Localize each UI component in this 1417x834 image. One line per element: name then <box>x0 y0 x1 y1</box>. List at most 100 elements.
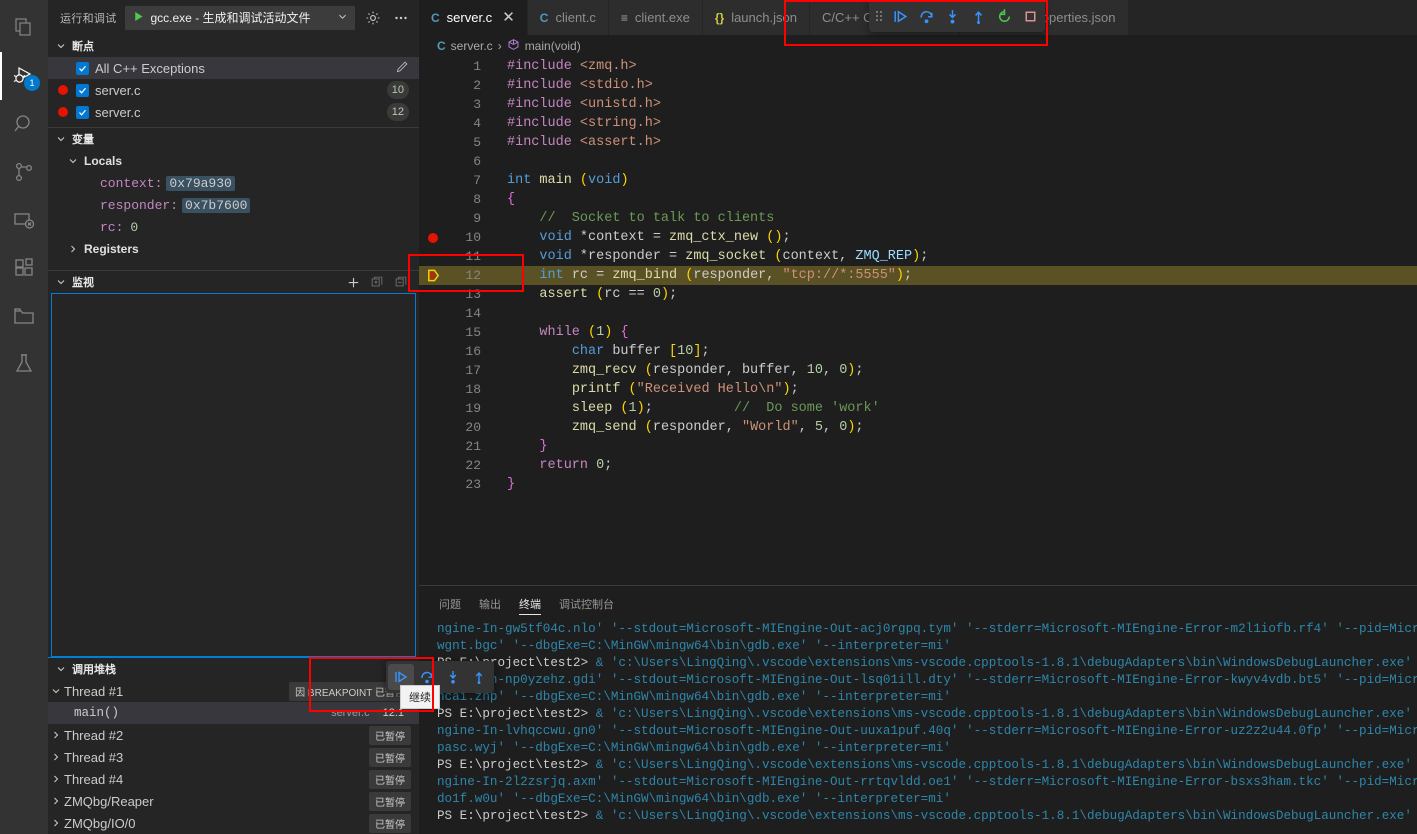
breakpoint-checkbox[interactable] <box>76 105 89 119</box>
callstack-thread-row[interactable]: Thread #1 因 BREAKPOINT 已暂停 <box>48 680 419 702</box>
editor-tab-client-c[interactable]: C client.c <box>527 0 609 35</box>
collapse-all-icon[interactable] <box>391 272 411 292</box>
variables-scope-registers[interactable]: Registers <box>48 238 419 260</box>
variable-row[interactable]: rc: 0 <box>48 216 419 238</box>
variable-row[interactable]: context: 0x79a930 <box>48 172 419 194</box>
section-header-callstack[interactable]: 调用堆栈 <box>48 658 419 680</box>
breakpoint-dot-icon <box>58 85 68 95</box>
activity-item-folder[interactable] <box>0 292 48 340</box>
callstack-thread-row[interactable]: Thread #3 已暂停 <box>48 746 419 768</box>
breakpoint-checkbox[interactable] <box>76 61 89 75</box>
code-line[interactable]: 3 #include <unistd.h> <box>419 95 1417 114</box>
close-icon[interactable]: ✕ <box>502 10 515 25</box>
code-line[interactable]: 9 // Socket to talk to clients <box>419 209 1417 228</box>
terminal-line: wgnt.bgc' '--dbgExe=C:\MinGW\mingw64\bin… <box>437 639 951 653</box>
variable-value[interactable]: 0 <box>127 220 141 235</box>
callstack-thread-row[interactable]: ZMQbg/IO/0 已暂停 <box>48 812 419 834</box>
terminal-command: & 'c:\Users\LingQing\.vscode\extensions\… <box>588 707 1417 721</box>
code-line[interactable]: 2 #include <stdio.h> <box>419 76 1417 95</box>
section-header-variables[interactable]: 变量 <box>48 128 419 150</box>
breakpoint-row[interactable]: server.c 10 <box>48 79 419 101</box>
code-line[interactable]: 12 int rc = zmq_bind (responder, "tcp://… <box>419 266 1417 285</box>
launch-configuration-dropdown[interactable]: gcc.exe - 生成和调试活动文件 <box>124 5 355 30</box>
code-line[interactable]: 15 while (1) { <box>419 323 1417 342</box>
code-line[interactable]: 18 printf ("Received Hello\n"); <box>419 380 1417 399</box>
watch-expressions-area[interactable] <box>51 293 416 657</box>
panel-tab-problems[interactable]: 问题 <box>439 586 461 621</box>
panel-tab-debug-console[interactable]: 调试控制台 <box>559 586 614 621</box>
breakpoint-row[interactable]: All C++ Exceptions <box>48 57 419 79</box>
callstack-frame-row[interactable]: main() server.c 12:1 <box>48 702 419 724</box>
step-out-button[interactable] <box>965 3 991 29</box>
code-line[interactable]: 21 } <box>419 437 1417 456</box>
variable-value[interactable]: 0x79a930 <box>166 175 235 191</box>
code-line[interactable]: 11 void *responder = zmq_socket (context… <box>419 247 1417 266</box>
breakpoints-label: 断点 <box>72 41 94 53</box>
activity-item-extensions[interactable] <box>0 244 48 292</box>
code-line[interactable]: 8{ <box>419 190 1417 209</box>
code-line[interactable]: 14 <box>419 304 1417 323</box>
variable-row[interactable]: responder: 0x7b7600 <box>48 194 419 216</box>
chevron-down-icon <box>54 662 68 676</box>
callstack-thread-row[interactable]: Thread #2 已暂停 <box>48 724 419 746</box>
code-text: int main (void) <box>507 173 629 188</box>
code-line[interactable]: 1 #include <zmq.h> <box>419 57 1417 76</box>
code-line[interactable]: 17 zmq_recv (responder, buffer, 10, 0); <box>419 361 1417 380</box>
editor-tab-client-exe[interactable]: ≡ client.exe <box>608 0 703 35</box>
restart-button[interactable] <box>991 3 1017 29</box>
more-icon[interactable] <box>391 8 411 28</box>
code-line[interactable]: 20 zmq_send (responder, "World", 5, 0); <box>419 418 1417 437</box>
line-number: 19 <box>465 401 481 416</box>
start-debugging-icon[interactable] <box>132 10 145 26</box>
code-line[interactable]: 5 #include <assert.h> <box>419 133 1417 152</box>
scope-label: Locals <box>84 154 123 168</box>
clear-all-icon[interactable] <box>367 272 387 292</box>
code-text: sleep (1); // Do some 'work' <box>571 401 880 416</box>
step-over-button[interactable] <box>913 3 939 29</box>
breakpoint-checkbox[interactable] <box>76 83 89 97</box>
code-line[interactable]: 4 #include <string.h> <box>419 114 1417 133</box>
stop-button[interactable] <box>1017 3 1043 29</box>
callstack-thread-row[interactable]: ZMQbg/Reaper 已暂停 <box>48 790 419 812</box>
section-header-breakpoints[interactable]: 断点 <box>48 35 419 57</box>
code-line[interactable]: 10 void *context = zmq_ctx_new (); <box>419 228 1417 247</box>
panel-tab-terminal[interactable]: 终端 <box>519 586 541 621</box>
callstack-thread-row[interactable]: Thread #4 已暂停 <box>48 768 419 790</box>
breadcrumb-file[interactable]: server.c <box>451 39 493 53</box>
drag-handle-icon[interactable] <box>871 9 887 23</box>
floating-debug-toolbar[interactable] <box>869 0 1045 32</box>
plus-icon[interactable] <box>343 272 363 292</box>
code-text: return 0; <box>539 458 613 473</box>
code-line[interactable]: 7 int main (void) <box>419 171 1417 190</box>
chevron-down-icon <box>66 154 80 168</box>
activity-item-remote-explorer[interactable] <box>0 196 48 244</box>
code-line[interactable]: 23} <box>419 475 1417 494</box>
breakpoint-row[interactable]: server.c 12 <box>48 101 419 123</box>
continue-button[interactable] <box>887 3 913 29</box>
activity-item-source-control[interactable] <box>0 148 48 196</box>
variables-scope-locals[interactable]: Locals <box>48 150 419 172</box>
code-line[interactable]: 6 <box>419 152 1417 171</box>
code-line[interactable]: 22 return 0; <box>419 456 1417 475</box>
terminal-command: & 'c:\Users\LingQing\.vscode\extensions\… <box>588 809 1417 823</box>
editor-tab-launch-json[interactable]: {} launch.json <box>702 0 810 35</box>
activity-item-explorer[interactable] <box>0 4 48 52</box>
section-header-watch[interactable]: 监视 <box>48 271 419 293</box>
activity-item-run-debug[interactable]: 1 <box>0 52 48 100</box>
edit-condition-icon[interactable] <box>395 60 409 77</box>
editor-tab-server-c[interactable]: C server.c ✕ <box>419 0 528 35</box>
terminal-output[interactable]: ngine-In-gw5tf04c.nlo' '--stdout=Microso… <box>419 621 1417 834</box>
code-editor[interactable]: 1 #include <zmq.h> 2 #include <stdio.h> 3 #in… <box>419 57 1417 585</box>
step-out-button[interactable] <box>466 664 492 690</box>
code-line[interactable]: 19 sleep (1); // Do some 'work' <box>419 399 1417 418</box>
panel-tab-output[interactable]: 输出 <box>479 586 501 621</box>
gear-icon[interactable] <box>363 8 383 28</box>
variable-value[interactable]: 0x7b7600 <box>182 197 251 213</box>
activity-item-testing[interactable] <box>0 340 48 388</box>
code-line[interactable]: 16 char buffer [10]; <box>419 342 1417 361</box>
step-into-button[interactable] <box>939 3 965 29</box>
breadcrumb-symbol[interactable]: main(void) <box>525 39 581 53</box>
code-line[interactable]: 13 assert (rc == 0); <box>419 285 1417 304</box>
activity-item-search[interactable] <box>0 100 48 148</box>
step-into-button[interactable] <box>440 664 466 690</box>
